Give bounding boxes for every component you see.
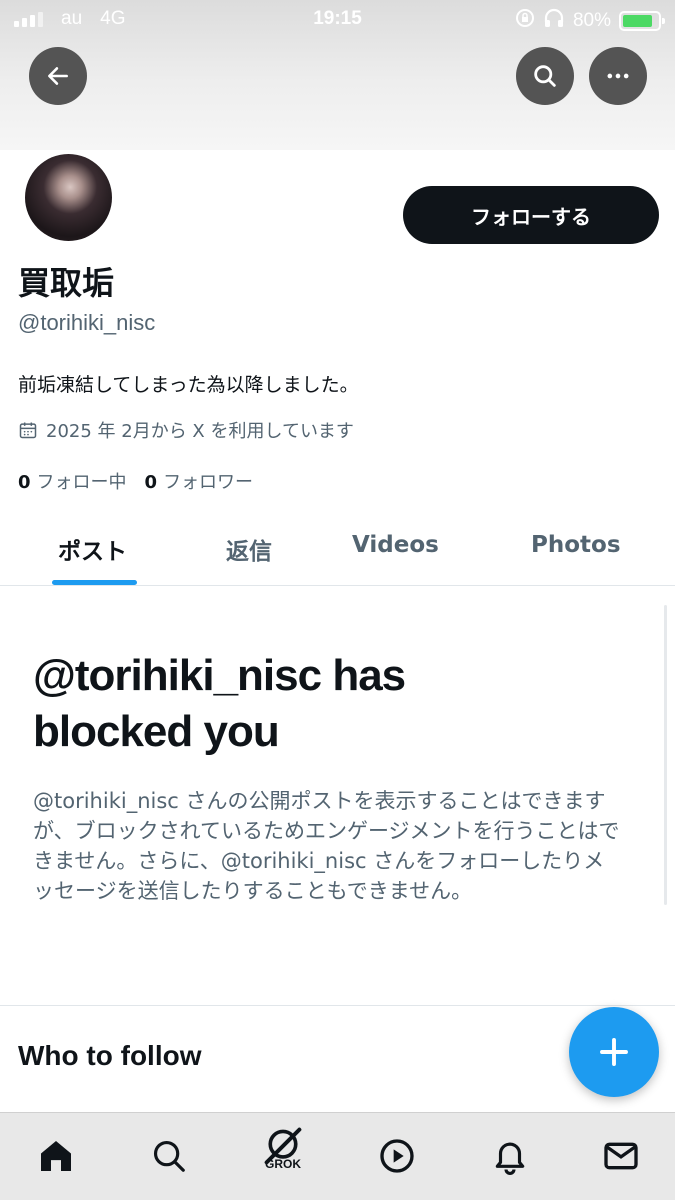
- blocked-title: @torihiki_nisc has blocked you: [33, 651, 406, 756]
- follow-button[interactable]: フォローする: [403, 186, 659, 244]
- active-tab-indicator: [52, 580, 137, 585]
- more-icon: [607, 73, 629, 79]
- nav-notifications[interactable]: [487, 1133, 533, 1179]
- profile-bio: 前垢凍結してしまった為以降しました。: [18, 374, 359, 396]
- more-button[interactable]: [589, 47, 647, 105]
- search-button[interactable]: [516, 47, 574, 105]
- video-icon: [380, 1139, 414, 1173]
- search-icon: [153, 1140, 185, 1172]
- blocked-body: @torihiki_nisc さんの公開ポストを表示することはできますが、ブロッ…: [33, 789, 620, 903]
- joined-date: 2025 年 2月から X を利用しています: [18, 417, 354, 443]
- tab-videos[interactable]: Videos: [352, 532, 439, 558]
- notifications-icon: [495, 1142, 525, 1175]
- plus-icon: [600, 1038, 628, 1066]
- profile-handle: @torihiki_nisc: [18, 310, 156, 335]
- following-link[interactable]: 0 フォロー中: [18, 468, 127, 494]
- grok-label: GROK: [265, 1157, 301, 1171]
- orientation-lock-icon: [515, 8, 535, 34]
- battery-percent: 80%: [572, 10, 611, 31]
- who-to-follow-title: Who to follow: [18, 1040, 202, 1071]
- calendar-icon: [19, 422, 37, 439]
- status-bar: au 4G 19:15 80%: [0, 0, 675, 38]
- tab-replies[interactable]: 返信: [226, 532, 272, 566]
- avatar[interactable]: [21, 150, 116, 245]
- nav-video[interactable]: [374, 1133, 420, 1179]
- nav-grok[interactable]: GROK: [260, 1123, 306, 1171]
- following-count: 0: [18, 472, 31, 493]
- battery-charging-icon: [619, 11, 665, 31]
- messages-icon: [604, 1142, 638, 1170]
- tab-photos[interactable]: Photos: [531, 532, 621, 558]
- following-label: フォロー中: [36, 472, 127, 493]
- bottom-nav: GROK: [0, 1112, 675, 1200]
- joined-text: 2025 年 2月から X を利用しています: [46, 421, 354, 442]
- avatar-image: [25, 154, 112, 241]
- nav-home[interactable]: [33, 1133, 79, 1179]
- followers-count: 0: [144, 472, 158, 493]
- followers-link[interactable]: 0 フォロワー: [145, 468, 254, 494]
- nav-messages[interactable]: [598, 1133, 644, 1179]
- home-icon: [41, 1141, 71, 1171]
- back-button[interactable]: [29, 47, 87, 105]
- compose-post-button[interactable]: [569, 1007, 659, 1097]
- section-divider: [0, 1005, 675, 1006]
- follow-stats: 0 フォロー中 0 フォロワー: [18, 468, 253, 494]
- display-name: 買取垢: [18, 264, 115, 302]
- back-arrow-icon: [48, 67, 68, 85]
- profile-tabs: ポスト 返信 Videos Photos: [0, 512, 675, 586]
- tab-posts[interactable]: ポスト: [58, 532, 127, 566]
- scrollbar[interactable]: [664, 605, 667, 905]
- nav-search[interactable]: [146, 1133, 192, 1179]
- search-icon: [534, 65, 556, 87]
- headphones-icon: [543, 8, 565, 34]
- followers-label: フォロワー: [163, 472, 254, 493]
